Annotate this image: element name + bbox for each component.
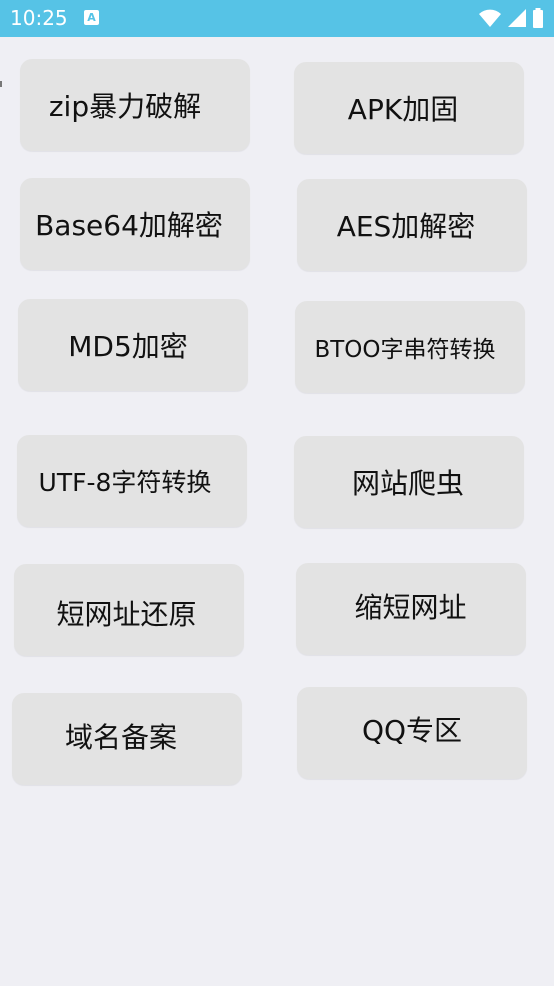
wifi-icon [478,9,501,27]
crawler-label: 网站爬虫 [351,467,464,500]
crawler-button[interactable]: 网站爬虫 [294,436,524,528]
md5-button[interactable]: MD5加密 [18,299,248,391]
signal-icon [507,9,526,27]
utf8-label: UTF-8字符转换 [38,468,212,497]
aes-button[interactable]: AES加解密 [297,179,527,271]
restore-short-url-label: 短网址还原 [56,598,197,631]
qq-zone-label: QQ专区 [361,714,463,747]
shorten-url-button[interactable]: 缩短网址 [296,563,526,655]
base64-label: Base64加解密 [35,209,223,242]
main-content: zip暴力破解 APK加固 Base64加解密 AES加解密 MD5加密 BTO… [0,37,554,986]
qq-zone-button[interactable]: QQ专区 [297,687,527,779]
apk-harden-label: APK加固 [347,93,459,126]
btoo-label: BTOO字串符转换 [314,337,496,363]
battery-icon [533,8,543,28]
status-bar: 10:25 A [0,0,554,37]
md5-label: MD5加密 [68,330,188,363]
domain-icp-label: 域名备案 [64,721,177,754]
shorten-url-label: 缩短网址 [354,591,467,624]
restore-short-url-button[interactable]: 短网址还原 [14,564,244,656]
apk-harden-button[interactable]: APK加固 [294,62,524,154]
status-time: 10:25 [10,6,68,30]
notification-icon: A [84,10,99,25]
zip-crack-button[interactable]: zip暴力破解 [20,59,250,151]
zip-crack-label: zip暴力破解 [48,90,202,123]
utf8-button[interactable]: UTF-8字符转换 [17,435,247,527]
btoo-button[interactable]: BTOO字串符转换 [295,301,525,393]
aes-label: AES加解密 [336,210,476,243]
edge-marker [0,81,2,87]
domain-icp-button[interactable]: 域名备案 [12,693,242,785]
system-icons [478,8,544,28]
base64-button[interactable]: Base64加解密 [20,178,250,270]
